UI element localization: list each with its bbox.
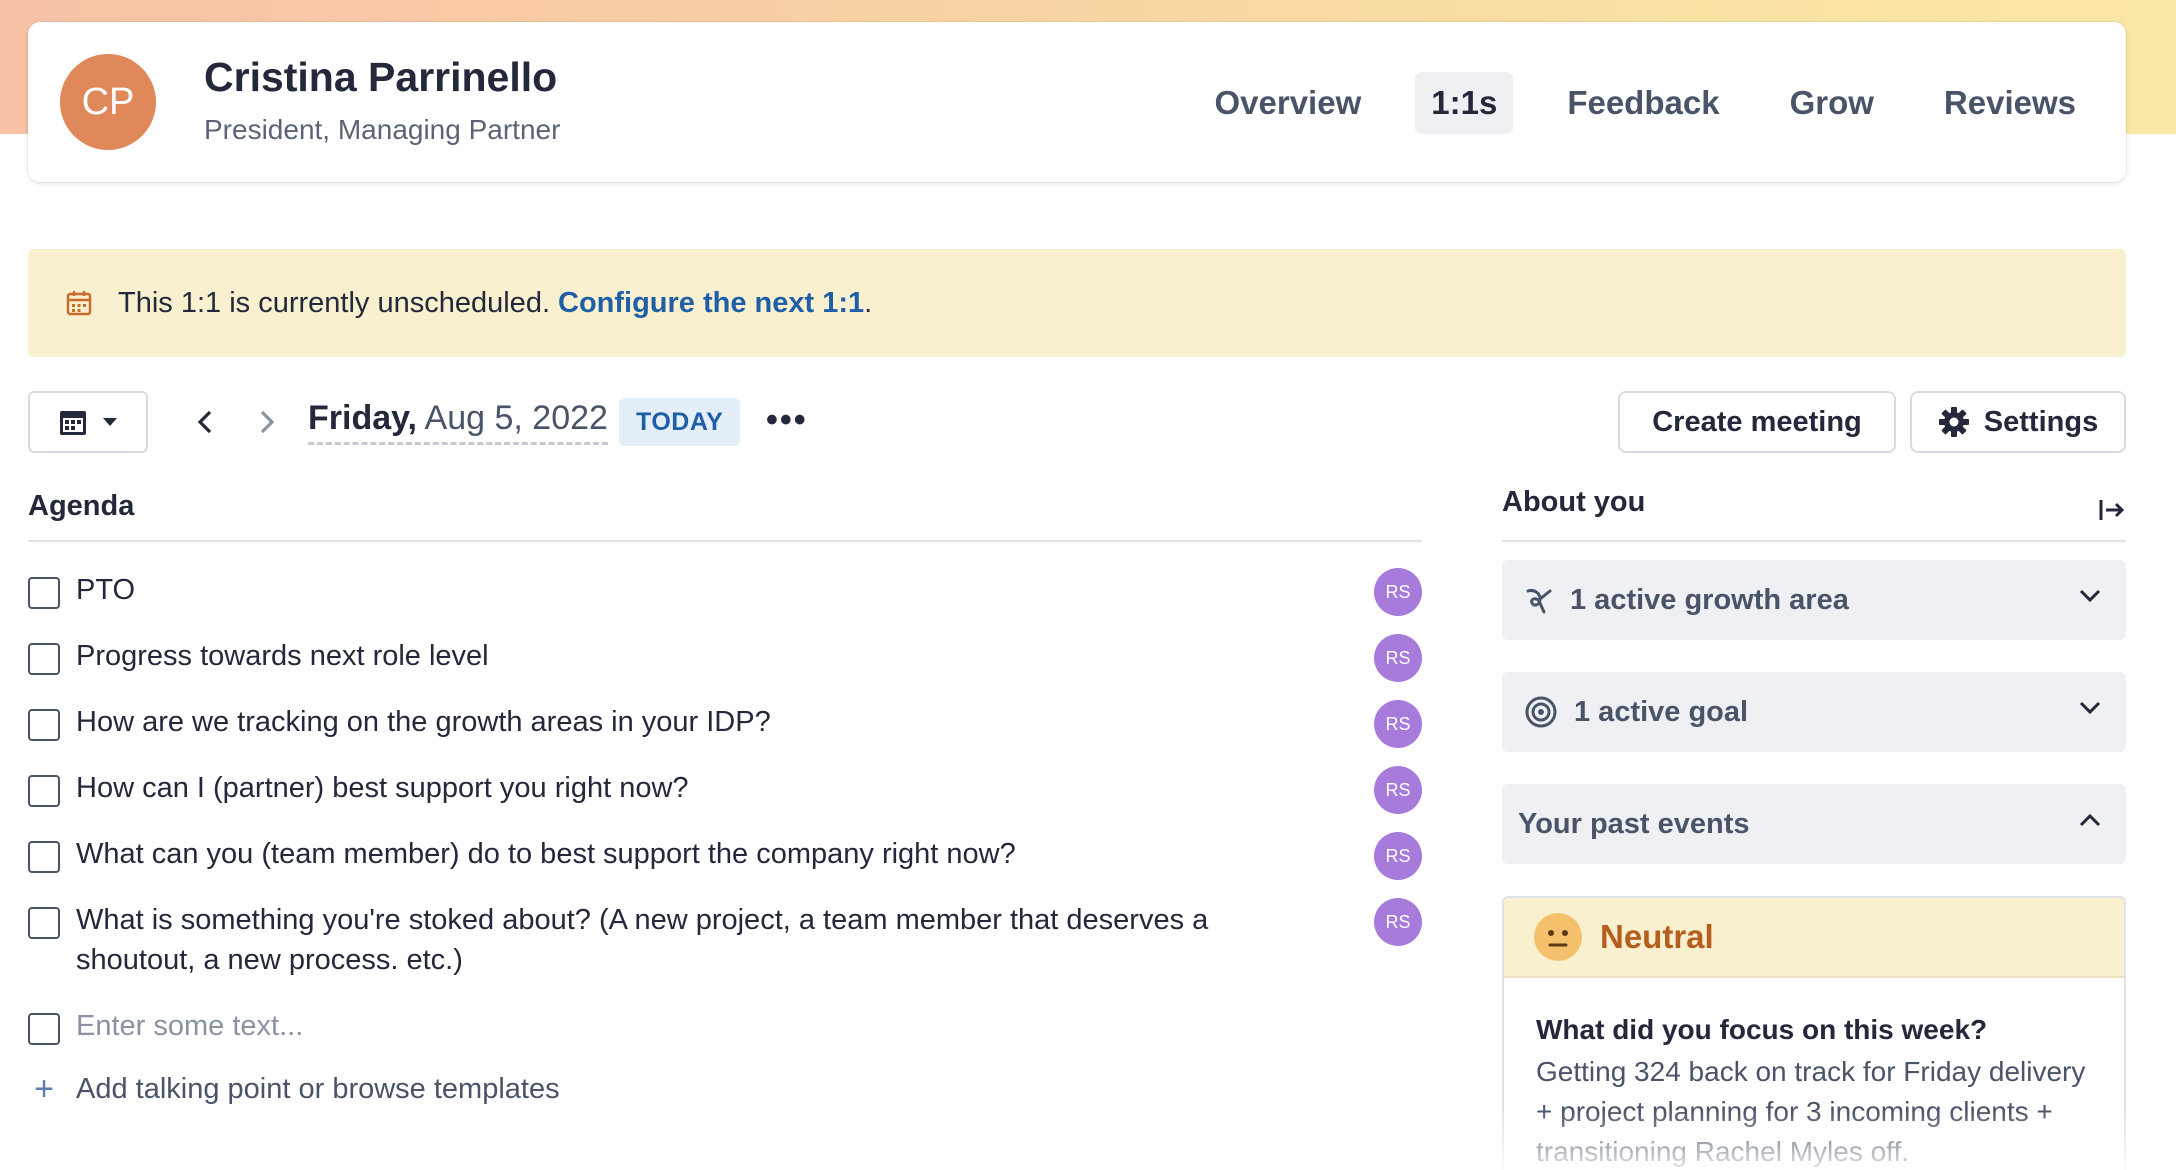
agenda-checkbox[interactable] (28, 775, 60, 807)
new-agenda-item: Enter some text... (28, 994, 1422, 1060)
collapse-panel-icon[interactable] (2098, 496, 2126, 524)
chevron-up-icon (2079, 813, 2101, 827)
goal-accordion[interactable]: 1 active goal (1502, 672, 2126, 752)
add-talking-point-button[interactable]: + Add talking point or browse templates (28, 1064, 1422, 1114)
agenda-item: PTO RS (28, 558, 1422, 624)
tab-1on1s[interactable]: 1:1s (1415, 72, 1514, 134)
chevron-left-icon (197, 410, 212, 434)
plus-icon: + (34, 1069, 54, 1108)
agenda-checkbox[interactable] (28, 709, 60, 741)
meeting-date[interactable]: Friday, Aug 5, 2022 (308, 399, 608, 445)
person-title: President, Managing Partner (204, 114, 561, 145)
goal-label: 1 active goal (1574, 695, 1749, 728)
tab-feedback[interactable]: Feedback (1551, 72, 1735, 134)
about-you-header: About you (1502, 486, 2126, 542)
agenda-item: Progress towards next role level RS (28, 624, 1422, 690)
agenda-item-text[interactable]: Progress towards next role level (76, 636, 1306, 676)
growth-area-label: 1 active growth area (1570, 583, 1849, 616)
owner-avatar: RS (1374, 832, 1422, 880)
agenda-checkbox[interactable] (28, 577, 60, 609)
meeting-toolbar: Friday, Aug 5, 2022 TODAY ••• Create mee… (28, 391, 2126, 453)
past-events-accordion[interactable]: Your past events (1502, 784, 2126, 864)
agenda-checkbox[interactable] (28, 643, 60, 675)
agenda-item-text[interactable]: How are we tracking on the growth areas … (76, 702, 1306, 742)
agenda-item-text[interactable]: How can I (partner) best support you rig… (76, 768, 1306, 808)
growth-area-accordion[interactable]: 1 active growth area (1502, 560, 2126, 640)
owner-avatar: RS (1374, 700, 1422, 748)
tab-grow[interactable]: Grow (1774, 72, 1890, 134)
agenda-checkbox[interactable] (28, 907, 60, 939)
avatar: CP (60, 54, 156, 150)
agenda-item-text[interactable]: PTO (76, 570, 1306, 610)
banner-text: This 1:1 is currently unscheduled. (118, 286, 550, 319)
settings-label: Settings (1983, 405, 2099, 438)
past-events-label: Your past events (1518, 807, 1750, 840)
unscheduled-banner: This 1:1 is currently unscheduled. Confi… (28, 249, 2126, 357)
agenda-list: PTO RS Progress towards next role level … (28, 558, 1422, 1114)
calendar-picker-button[interactable] (28, 391, 148, 453)
agenda-checkbox[interactable] (28, 841, 60, 873)
meeting-weekday: Friday, (308, 399, 417, 437)
scroll-fade (1502, 1110, 2126, 1170)
create-meeting-button[interactable]: Create meeting (1618, 391, 1896, 453)
profile-header: CP Cristina Parrinello President, Managi… (28, 22, 2126, 182)
agenda-checkbox[interactable] (28, 1013, 60, 1045)
previous-date-button[interactable] (188, 405, 222, 439)
add-talking-point-label: Add talking point or browse templates (76, 1072, 560, 1105)
owner-avatar: RS (1374, 766, 1422, 814)
owner-avatar: RS (1374, 568, 1422, 616)
agenda-title: Agenda (28, 490, 1422, 542)
meeting-date-value: Aug 5, 2022 (416, 399, 608, 437)
calendar-icon (66, 291, 92, 316)
owner-avatar: RS (1374, 634, 1422, 682)
configure-next-link[interactable]: Configure the next 1:1 (558, 287, 864, 320)
today-badge[interactable]: TODAY (619, 398, 741, 446)
owner-avatar: RS (1374, 898, 1422, 946)
agenda-item: What can you (team member) do to best su… (28, 822, 1422, 888)
agenda-item: What is something you're stoked about? (… (28, 888, 1422, 994)
growth-icon (1526, 589, 1552, 614)
about-you-title: About you (1502, 486, 1646, 518)
person-name: Cristina Parrinello (204, 54, 558, 100)
next-date-button[interactable] (250, 405, 284, 439)
profile-nav: Overview 1:1s Feedback Grow Reviews (1168, 72, 2092, 134)
tab-reviews[interactable]: Reviews (1928, 72, 2092, 134)
settings-button[interactable]: Settings (1910, 391, 2126, 453)
agenda-item: How are we tracking on the growth areas … (28, 690, 1422, 756)
target-icon (1525, 696, 1557, 728)
agenda-item: How can I (partner) best support you rig… (28, 756, 1422, 822)
caret-down-icon (103, 418, 117, 426)
chevron-down-icon (2079, 701, 2101, 715)
chevron-right-icon (260, 410, 275, 434)
event-mood-header: Neutral (1504, 898, 2124, 978)
chevron-down-icon (2079, 589, 2101, 603)
more-options-button[interactable]: ••• (766, 403, 808, 437)
gear-icon (1938, 407, 1969, 437)
event-question: What did you focus on this week? (1536, 1014, 1988, 1045)
mood-label: Neutral (1600, 918, 1714, 955)
calendar-icon (60, 411, 86, 435)
tab-overview[interactable]: Overview (1198, 72, 1377, 134)
agenda-item-text[interactable]: What is something you're stoked about? (… (76, 900, 1276, 980)
agenda-item-text[interactable]: What can you (team member) do to best su… (76, 834, 1306, 874)
banner-suffix: . (864, 286, 873, 319)
new-talking-point-input[interactable]: Enter some text... (76, 1006, 1306, 1046)
neutral-face-icon (1534, 913, 1582, 961)
